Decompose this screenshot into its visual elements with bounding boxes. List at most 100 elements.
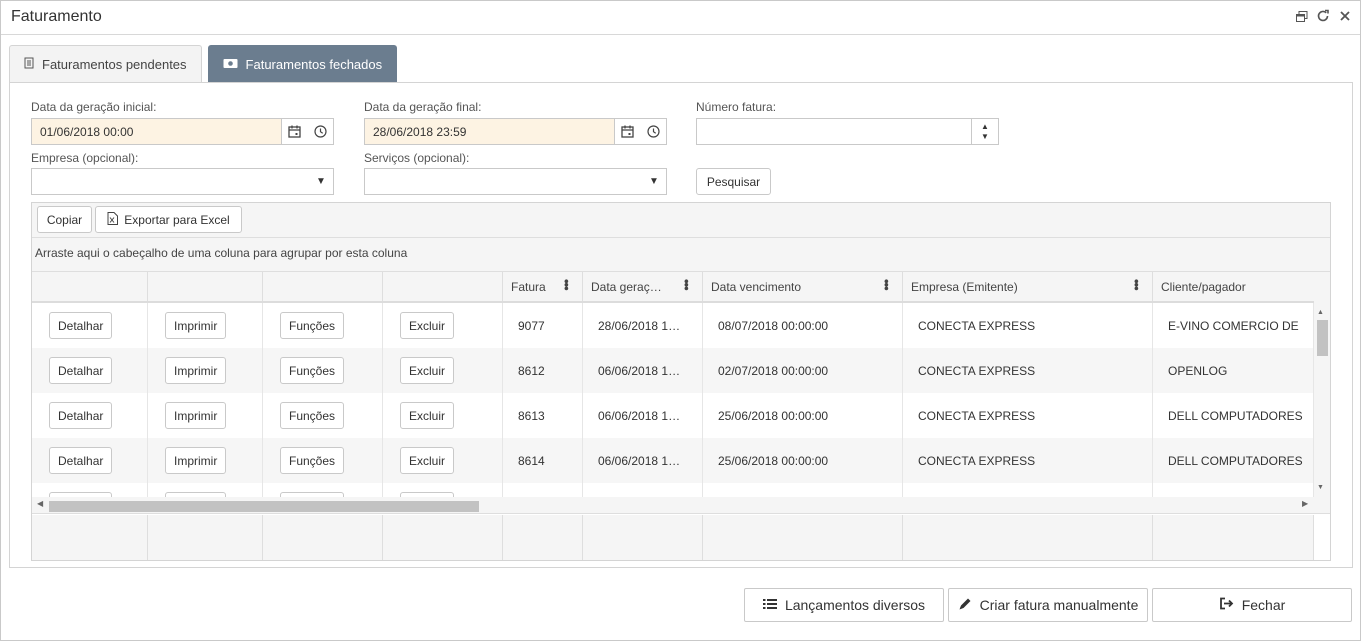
functions-button[interactable]: Funções	[280, 402, 345, 429]
stepper-up-icon[interactable]: ▲	[981, 122, 989, 132]
delete-button[interactable]: Excluir	[400, 312, 455, 339]
header-client[interactable]: Cliente/pagador	[1153, 272, 1314, 301]
cell-client: DELL COMPUTADORES	[1153, 438, 1314, 483]
stepper-down-icon[interactable]: ▼	[981, 132, 989, 142]
cell-company: CONECTA EXPRESS	[903, 348, 1153, 393]
start-date-label: Data da geração inicial:	[31, 100, 157, 114]
company-select[interactable]: ▼	[31, 168, 334, 195]
detail-button[interactable]: Detalhar	[49, 357, 113, 384]
header-due-date[interactable]: Data vencimento •••	[703, 272, 903, 301]
cell-action: Funções	[263, 393, 383, 438]
cell-action: Detalhar	[32, 348, 148, 393]
sign-out-icon	[1219, 597, 1234, 613]
detail-button[interactable]: Detalhar	[49, 447, 113, 474]
column-menu-icon[interactable]: •••	[879, 279, 894, 290]
tab-closed-invoices[interactable]: Faturamentos fechados	[207, 45, 398, 83]
chevron-down-icon[interactable]: ▼	[309, 176, 333, 187]
close-icon[interactable]	[1336, 7, 1354, 25]
create-manual-invoice-button[interactable]: Criar fatura manualmente	[948, 588, 1148, 622]
header-company[interactable]: Empresa (Emitente) •••	[903, 272, 1153, 301]
print-button[interactable]: Imprimir	[165, 402, 227, 429]
cell-due-date: 08/07/2018 00:00:00	[703, 303, 903, 348]
chevron-down-icon[interactable]: ▼	[642, 176, 666, 187]
search-button[interactable]: Pesquisar	[696, 168, 771, 195]
print-button[interactable]: Imprimir	[165, 357, 227, 384]
tab-pending-invoices[interactable]: Faturamentos pendentes	[9, 45, 202, 83]
services-select[interactable]: ▼	[364, 168, 667, 195]
scroll-left-icon[interactable]: ◀	[37, 499, 43, 508]
cell-due-date	[703, 483, 903, 497]
functions-button[interactable]: Funções	[280, 447, 345, 474]
end-date-value: 28/06/2018 23:59	[373, 124, 467, 139]
end-date-field[interactable]: 28/06/2018 23:59	[364, 118, 667, 145]
table-row[interactable]: DetalharImprimirFunçõesExcluir	[32, 483, 1314, 497]
print-button[interactable]: Imprimir	[165, 447, 227, 474]
grid-body: Detalhar Imprimir Funções Excluir 9077 28/06/…	[32, 303, 1314, 497]
scroll-up-icon[interactable]: ▲	[1317, 309, 1324, 316]
functions-button[interactable]: Funções	[280, 357, 345, 384]
header-action-2	[148, 272, 263, 301]
calendar-icon[interactable]	[281, 119, 307, 144]
cell-action: Funções	[263, 438, 383, 483]
restore-icon[interactable]	[1292, 7, 1310, 25]
cell-action: Detalhar	[32, 438, 148, 483]
number-stepper[interactable]: ▲ ▼	[971, 119, 998, 144]
header-fatura[interactable]: Fatura •••	[503, 272, 583, 301]
print-button[interactable]: Imprimir	[165, 312, 227, 339]
functions-button[interactable]: Funções	[280, 312, 345, 339]
clock-icon[interactable]	[307, 119, 333, 144]
delete-button[interactable]: Excluir	[400, 447, 455, 474]
end-date-label: Data da geração final:	[364, 100, 482, 114]
table-row[interactable]: Detalhar Imprimir Funções Excluir 8614 06/06/…	[32, 438, 1314, 483]
delete-button[interactable]: Excluir	[400, 357, 455, 384]
header-action-4	[383, 272, 503, 301]
cell-action: Funções	[263, 303, 383, 348]
misc-entries-button[interactable]: Lançamentos diversos	[744, 588, 944, 622]
cell-generation-date	[583, 483, 703, 497]
column-menu-icon[interactable]: •••	[1129, 279, 1144, 290]
column-menu-icon[interactable]: •••	[679, 279, 694, 290]
cell-due-date: 25/06/2018 00:00:00	[703, 438, 903, 483]
header-generation-date[interactable]: Data geraç… •••	[583, 272, 703, 301]
services-label: Serviços (opcional):	[364, 151, 470, 165]
cell-generation-date: 06/06/2018 1…	[583, 393, 703, 438]
scroll-thumb[interactable]	[1317, 320, 1328, 356]
cell-action: Imprimir	[148, 438, 263, 483]
start-date-field[interactable]: 01/06/2018 00:00	[31, 118, 334, 145]
header-label: Data vencimento	[711, 279, 802, 294]
table-row[interactable]: Detalhar Imprimir Funções Excluir 8612 06/06/…	[32, 348, 1314, 393]
detail-button[interactable]: Detalhar	[49, 402, 113, 429]
scroll-thumb[interactable]	[49, 501, 479, 512]
cell-company: CONECTA EXPRESS	[903, 303, 1153, 348]
table-row[interactable]: Detalhar Imprimir Funções Excluir 9077 28/06/…	[32, 303, 1314, 348]
horizontal-scrollbar[interactable]: ◀ ▶	[32, 497, 1330, 514]
cell-action: Imprimir	[148, 303, 263, 348]
copy-button[interactable]: Copiar	[37, 206, 92, 233]
header-label: Fatura	[511, 279, 546, 294]
footer-cell	[263, 515, 383, 560]
cell-action: Excluir	[383, 483, 503, 497]
clock-icon[interactable]	[640, 119, 666, 144]
column-menu-icon[interactable]: •••	[559, 279, 574, 290]
invoice-number-field[interactable]: ▲ ▼	[696, 118, 999, 145]
excel-icon	[107, 211, 119, 228]
refresh-icon[interactable]	[1314, 7, 1332, 25]
money-icon	[223, 58, 238, 72]
cell-client	[1153, 483, 1314, 497]
tab-bar: Faturamentos pendentes Faturamentos fech…	[9, 45, 398, 83]
company-label: Empresa (opcional):	[31, 151, 139, 165]
delete-button[interactable]: Excluir	[400, 402, 455, 429]
vertical-scrollbar[interactable]: ▲ ▼	[1314, 272, 1330, 497]
tab-label: Faturamentos pendentes	[42, 57, 187, 72]
invoices-grid: Copiar Exportar para Excel Arraste aqui …	[31, 202, 1331, 561]
close-button[interactable]: Fechar	[1152, 588, 1352, 622]
group-drop-area[interactable]: Arraste aqui o cabeçalho de uma coluna p…	[32, 238, 1330, 272]
scroll-right-icon[interactable]: ▶	[1302, 499, 1308, 508]
detail-button[interactable]: Detalhar	[49, 312, 113, 339]
table-row[interactable]: Detalhar Imprimir Funções Excluir 8613 06/06/…	[32, 393, 1314, 438]
cell-action: Excluir	[383, 303, 503, 348]
export-excel-button[interactable]: Exportar para Excel	[95, 206, 242, 233]
calendar-icon[interactable]	[614, 119, 640, 144]
scroll-down-icon[interactable]: ▼	[1317, 484, 1324, 491]
header-label: Empresa (Emitente)	[911, 279, 1018, 294]
